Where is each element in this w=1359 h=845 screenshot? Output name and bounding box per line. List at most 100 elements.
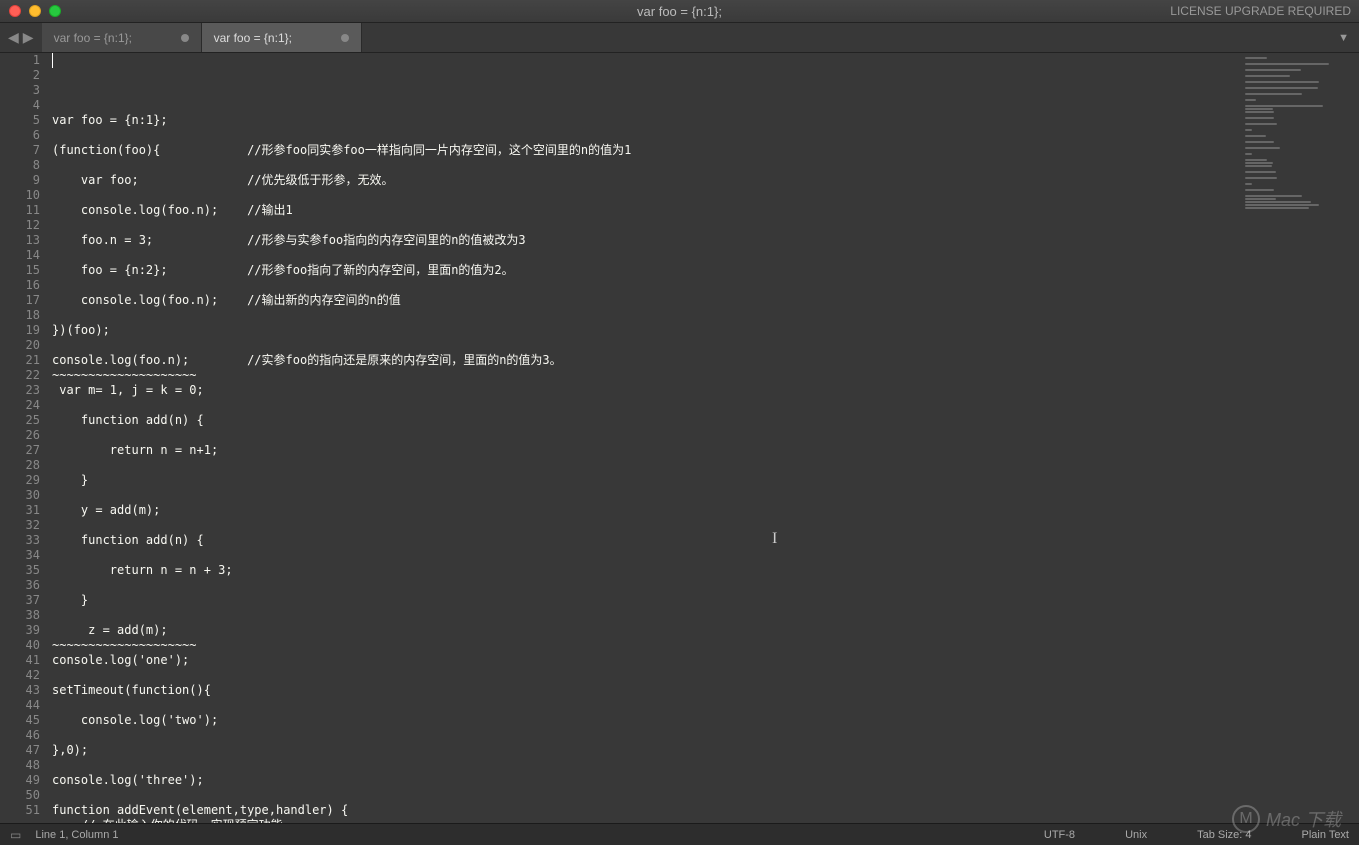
code-line: } [52,593,1239,608]
line-number: 5 [0,113,40,128]
line-number-gutter: 1234567891011121314151617181920212223242… [0,53,52,823]
line-endings-selector[interactable]: Unix [1125,829,1147,841]
line-number: 15 [0,263,40,278]
syntax-selector[interactable]: Plain Text [1302,829,1350,841]
line-number: 6 [0,128,40,143]
tab-file-2[interactable]: var foo = {n:1}; [202,23,362,52]
code-line: ~~~~~~~~~~~~~~~~~~~~ [52,638,1239,653]
line-number: 31 [0,503,40,518]
line-number: 50 [0,788,40,803]
code-line [52,548,1239,563]
code-line: var m= 1, j = k = 0; [52,383,1239,398]
line-number: 33 [0,533,40,548]
code-line: function add(n) { [52,413,1239,428]
line-number: 51 [0,803,40,818]
code-line [52,308,1239,323]
code-line [52,518,1239,533]
code-line: },0); [52,743,1239,758]
code-line [52,698,1239,713]
line-number: 2 [0,68,40,83]
text-caret [52,53,53,68]
tab-label: var foo = {n:1}; [54,31,132,45]
encoding-selector[interactable]: UTF-8 [1044,829,1075,841]
code-line [52,128,1239,143]
panel-switcher-icon[interactable]: ▭ [10,828,21,842]
line-number: 35 [0,563,40,578]
code-line [52,488,1239,503]
code-line: console.log('one'); [52,653,1239,668]
code-line [52,608,1239,623]
tab-bar: ◀ ▶ var foo = {n:1}; var foo = {n:1}; ▼ [0,23,1359,53]
code-line: console.log(foo.n); //输出1 [52,203,1239,218]
line-number: 47 [0,743,40,758]
tab-file-1[interactable]: var foo = {n:1}; [42,23,202,52]
status-bar: ▭ Line 1, Column 1 UTF-8 Unix Tab Size: … [0,823,1359,845]
line-number: 13 [0,233,40,248]
line-number: 40 [0,638,40,653]
forward-icon[interactable]: ▶ [23,29,34,46]
code-line: y = add(m); [52,503,1239,518]
minimize-window-button[interactable] [29,5,41,17]
code-line: return n = n + 3; [52,563,1239,578]
code-line [52,458,1239,473]
close-window-button[interactable] [9,5,21,17]
line-number: 46 [0,728,40,743]
line-number: 17 [0,293,40,308]
line-number: 14 [0,248,40,263]
line-number: 45 [0,713,40,728]
line-number: 32 [0,518,40,533]
line-number: 36 [0,578,40,593]
line-number: 7 [0,143,40,158]
code-line [52,338,1239,353]
line-number: 37 [0,593,40,608]
line-number: 43 [0,683,40,698]
dirty-indicator-icon [341,34,349,42]
line-number: 29 [0,473,40,488]
code-line [52,278,1239,293]
line-number: 10 [0,188,40,203]
editor-area: 1234567891011121314151617181920212223242… [0,53,1359,823]
line-number: 42 [0,668,40,683]
line-number: 4 [0,98,40,113]
traffic-lights [0,5,61,17]
code-line [52,428,1239,443]
line-number: 12 [0,218,40,233]
code-line: console.log('two'); [52,713,1239,728]
code-line: } [52,473,1239,488]
line-number: 25 [0,413,40,428]
cursor-position[interactable]: Line 1, Column 1 [35,829,118,841]
line-number: 22 [0,368,40,383]
code-line: console.log(foo.n); //输出新的内存空间的n的值 [52,293,1239,308]
back-icon[interactable]: ◀ [8,29,19,46]
code-line [52,788,1239,803]
code-line [52,668,1239,683]
minimap[interactable] [1239,53,1359,823]
line-number: 18 [0,308,40,323]
line-number: 30 [0,488,40,503]
code-editor[interactable]: var foo = {n:1};(function(foo){ //形参foo同… [52,53,1239,823]
line-number: 11 [0,203,40,218]
code-line [52,728,1239,743]
code-line: var foo; //优先级低于形参，无效。 [52,173,1239,188]
line-number: 26 [0,428,40,443]
line-number: 41 [0,653,40,668]
code-line: return n = n+1; [52,443,1239,458]
line-number: 48 [0,758,40,773]
line-number: 9 [0,173,40,188]
code-line [52,398,1239,413]
tab-size-selector[interactable]: Tab Size: 4 [1197,829,1251,841]
line-number: 3 [0,83,40,98]
ibeam-cursor-icon: I [772,531,777,546]
line-number: 24 [0,398,40,413]
tab-overflow-menu[interactable]: ▼ [1328,23,1359,52]
line-number: 38 [0,608,40,623]
nav-arrows: ◀ ▶ [0,23,42,52]
line-number: 44 [0,698,40,713]
code-line: setTimeout(function(){ [52,683,1239,698]
line-number: 28 [0,458,40,473]
maximize-window-button[interactable] [49,5,61,17]
chevron-down-icon: ▼ [1338,32,1349,44]
code-line [52,248,1239,263]
line-number: 20 [0,338,40,353]
code-line: function add(n) { [52,533,1239,548]
